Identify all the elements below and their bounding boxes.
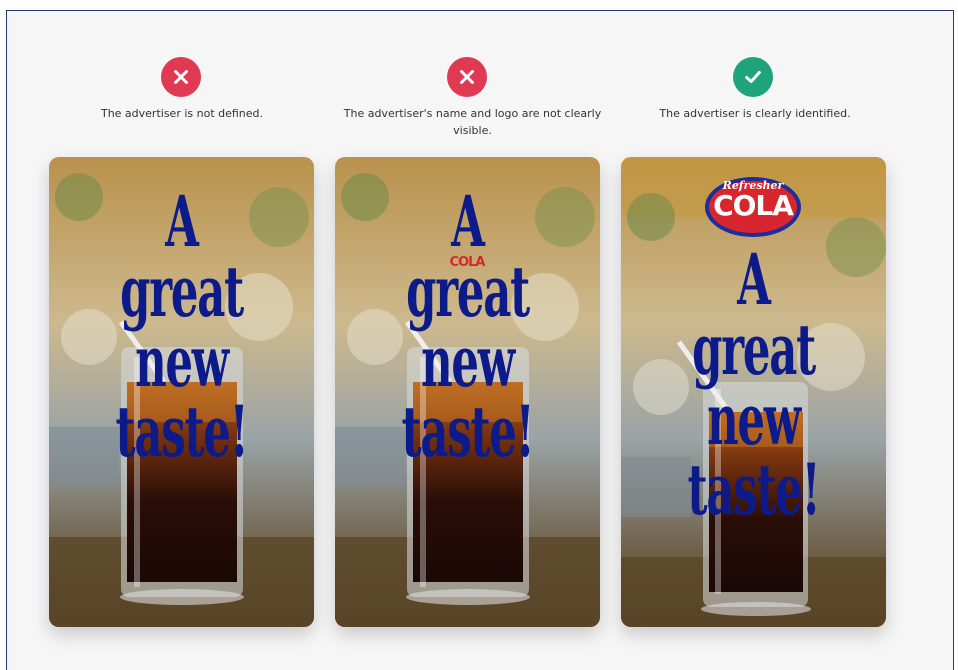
- headline-line-2: new taste!: [115, 320, 249, 473]
- x-icon: [174, 70, 188, 84]
- headline-line-1: A great: [120, 180, 244, 333]
- ad-image: A great new taste! COLA: [335, 157, 600, 627]
- ad-headline: A great new taste!: [385, 187, 549, 467]
- caption: The advertiser is not defined.: [100, 107, 264, 120]
- example-panel: The advertiser is not defined. A great n…: [6, 10, 954, 670]
- x-icon: [460, 70, 474, 84]
- brand-logo: Refresher COLA: [693, 179, 813, 220]
- status-bad-icon: [161, 57, 201, 97]
- headline-line-2: new taste!: [687, 378, 821, 531]
- logo-main-text: COLA: [713, 189, 794, 222]
- ad-headline: A great new taste!: [671, 245, 835, 525]
- caption: The advertiser is clearly identified.: [659, 107, 851, 120]
- example-column-2: The advertiser's name and logo are not c…: [322, 11, 652, 670]
- ad-headline: A great new taste!: [99, 187, 263, 467]
- status-good-icon: [733, 57, 773, 97]
- status-bad-icon: [447, 57, 487, 97]
- check-icon: [745, 70, 761, 84]
- example-column-3: The advertiser is clearly identified. Re…: [607, 11, 955, 670]
- logo-text: COLA: [449, 255, 486, 270]
- ad-image: A great new taste!: [49, 157, 314, 627]
- ad-image: Refresher COLA A great new taste!: [621, 157, 886, 627]
- small-logo: COLA: [443, 251, 491, 270]
- headline-line-1: A great: [692, 238, 816, 391]
- caption: The advertiser's name and logo are not c…: [343, 107, 602, 137]
- headline-line-2: new taste!: [401, 320, 535, 473]
- example-column-1: The advertiser is not defined. A great n…: [7, 11, 337, 670]
